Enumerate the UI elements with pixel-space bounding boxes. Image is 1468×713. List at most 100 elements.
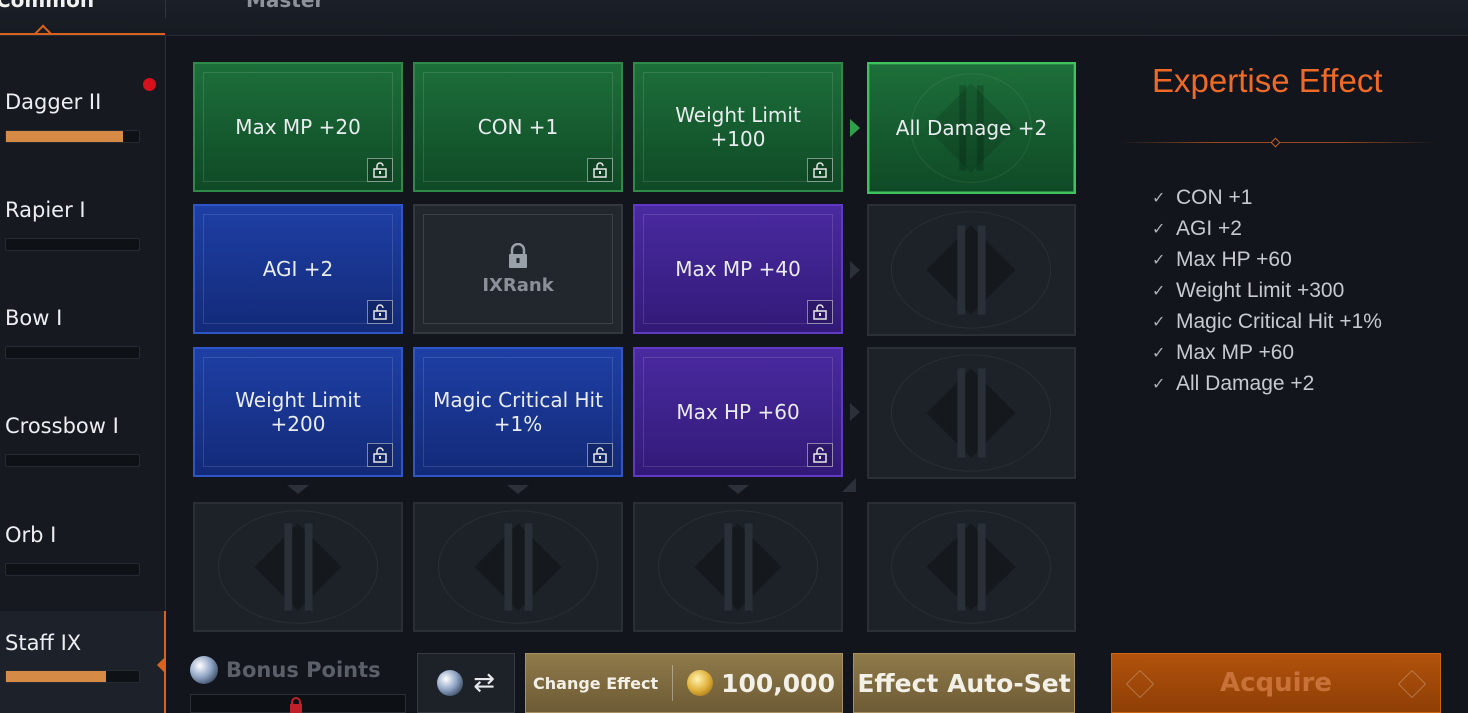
sidebar-item-label: Rapier Ⅰ — [5, 198, 86, 222]
effect-item: ✓ Weight Limit +300 — [1152, 275, 1382, 306]
sidebar-item-orb[interactable]: Orb Ⅰ — [0, 523, 166, 623]
progress-bar — [5, 346, 140, 359]
effect-slot-max-hp-60[interactable]: Max HP +60 — [633, 347, 843, 477]
effect-slot-max-mp-20[interactable]: Max MP +20 — [193, 62, 403, 192]
progress-fill — [6, 131, 124, 142]
swap-effect-button[interactable]: ⇄ — [417, 653, 515, 713]
acquire-button[interactable]: Acquire — [1111, 653, 1441, 713]
effect-slot-weight-limit-100[interactable]: Weight Limit +100 — [633, 62, 843, 192]
slot-text-line: Max HP +60 — [676, 400, 800, 424]
sidebar-item-crossbow[interactable]: Crossbow Ⅰ — [0, 414, 166, 514]
tab-master[interactable]: Master — [246, 0, 324, 12]
sidebar-item-label: Crossbow Ⅰ — [5, 414, 119, 438]
unlock-icon[interactable] — [807, 300, 833, 324]
orb-icon — [437, 670, 464, 696]
change-effect-label: Change Effect — [533, 673, 659, 693]
chevron-right-icon — [850, 261, 860, 279]
progress-bar — [5, 238, 140, 251]
slot-text: Weight Limit +200 — [235, 388, 361, 436]
effect-item-text: CON +1 — [1176, 185, 1253, 209]
top-tab-bar: Common Master — [0, 0, 1468, 42]
slot-frame — [423, 214, 613, 324]
tab-common[interactable]: Common — [0, 0, 94, 12]
corner-arrow-icon — [842, 478, 856, 492]
button-separator — [672, 665, 674, 701]
effect-item: ✓ Max MP +60 — [1152, 337, 1382, 368]
unlock-icon[interactable] — [367, 300, 393, 324]
chevron-down-icon — [507, 485, 529, 494]
unlock-icon[interactable] — [587, 158, 613, 182]
unlock-icon[interactable] — [587, 443, 613, 467]
effect-slot-con-1[interactable]: CON +1 — [413, 62, 623, 192]
ornament — [1397, 669, 1427, 699]
unlock-icon[interactable] — [367, 443, 393, 467]
sidebar-item-dagger[interactable]: Dagger II — [0, 78, 166, 190]
lock-icon — [509, 242, 527, 268]
check-icon: ✓ — [1152, 313, 1166, 331]
slot-text-line: AGI +2 — [262, 257, 334, 281]
check-icon: ✓ — [1152, 251, 1166, 269]
emblem-pattern — [891, 510, 1051, 624]
unlock-icon[interactable] — [367, 158, 393, 182]
change-effect-button[interactable]: Change Effect 100,000 — [525, 653, 843, 713]
slot-text: Magic Critical Hit +1% — [433, 388, 603, 436]
effect-slot-empty — [867, 502, 1076, 632]
effect-item-text: Max MP +60 — [1176, 340, 1295, 364]
progress-bar — [5, 563, 140, 576]
slot-text: CON +1 — [478, 115, 559, 139]
chevron-right-icon — [850, 403, 860, 421]
effect-item-text: All Damage +2 — [1176, 371, 1315, 395]
effect-slot-weight-limit-200[interactable]: Weight Limit +200 — [193, 347, 403, 477]
emblem-pattern — [891, 354, 1052, 472]
acquire-label: Acquire — [1219, 668, 1333, 698]
progress-bar — [5, 130, 140, 143]
effect-slot-agi-2[interactable]: AGI +2 — [193, 204, 403, 334]
effect-slot-locked[interactable]: IXRank — [413, 204, 623, 334]
check-icon: ✓ — [1152, 344, 1166, 362]
check-icon: ✓ — [1152, 220, 1166, 238]
slot-text-line: Magic Critical Hit — [433, 388, 603, 412]
active-item-arrow — [157, 656, 166, 674]
weapon-sidebar: Dagger II Rapier Ⅰ Bow Ⅰ Crossbow Ⅰ Orb … — [0, 36, 166, 713]
effect-item-text: Weight Limit +300 — [1176, 278, 1345, 302]
effect-auto-set-button[interactable]: Effect Auto-Set — [853, 653, 1075, 713]
sidebar-item-label: Bow Ⅰ — [5, 306, 63, 330]
unlock-icon[interactable] — [807, 443, 833, 467]
progress-bar — [5, 454, 140, 467]
effect-slot-empty — [633, 502, 843, 632]
effect-slot-magic-critical-hit[interactable]: Magic Critical Hit +1% — [413, 347, 623, 477]
chevron-right-icon — [850, 119, 860, 137]
expertise-effect-title: Expertise Effect — [1152, 62, 1383, 99]
effect-slot-empty — [867, 347, 1076, 479]
effect-item: ✓ Max HP +60 — [1152, 244, 1382, 275]
sidebar-item-label: Dagger II — [5, 90, 102, 114]
slot-text: All Damage +2 — [896, 116, 1047, 140]
progress-bar — [5, 670, 140, 683]
sidebar-item-label: Staff IX — [5, 631, 82, 655]
slot-text: AGI +2 — [263, 257, 334, 281]
effect-slot-empty — [413, 502, 623, 632]
emblem-pattern — [891, 211, 1052, 329]
effect-item-text: Max HP +60 — [1176, 247, 1292, 271]
chevron-down-icon — [727, 485, 749, 494]
tab-divider — [165, 0, 166, 18]
effect-list: ✓ CON +1 ✓ AGI +2 ✓ Max HP +60 ✓ Weight Limi… — [1152, 182, 1382, 399]
sidebar-item-bow[interactable]: Bow Ⅰ — [0, 306, 166, 406]
sidebar-item-rapier[interactable]: Rapier Ⅰ — [0, 198, 166, 298]
emblem-pattern — [658, 510, 818, 624]
unlock-icon[interactable] — [807, 158, 833, 182]
progress-fill — [6, 671, 106, 682]
effect-slot-empty — [193, 502, 403, 632]
notification-dot — [143, 78, 156, 91]
slot-text-line: +1% — [493, 412, 543, 436]
effect-slot-all-damage-2[interactable]: All Damage +2 — [867, 62, 1076, 194]
effect-slot-max-mp-40[interactable]: Max MP +40 — [633, 204, 843, 334]
emblem-pattern — [218, 510, 378, 624]
rank-requirement-label: IXRank — [482, 274, 554, 296]
check-icon: ✓ — [1152, 282, 1166, 300]
check-icon: ✓ — [1152, 375, 1166, 393]
check-icon: ✓ — [1152, 189, 1166, 207]
slot-text-line: Weight Limit — [675, 103, 801, 127]
sidebar-item-staff[interactable]: Staff IX — [0, 611, 166, 713]
lock-icon — [290, 697, 302, 713]
